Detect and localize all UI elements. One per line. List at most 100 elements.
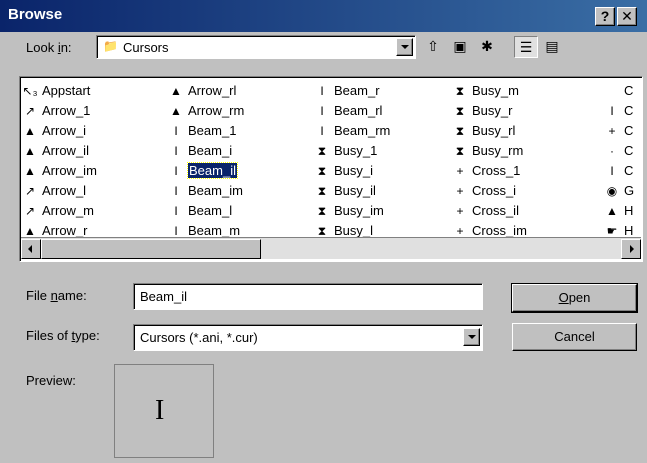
folder-up-icon[interactable]: ⇧ [421,36,445,58]
cursor-file-icon: ↗ [24,204,36,218]
file-name: Arrow_1 [42,103,91,118]
file-list-item[interactable]: ⧗ Busy_r [452,101,513,121]
cursor-file-icon: ▲ [606,204,618,218]
look-in-value: Cursors [123,40,169,55]
open-button[interactable]: Open [511,283,638,313]
file-list-item[interactable]: ⧗ Busy_1 [314,141,378,161]
file-list-item[interactable]: ↖₃ Appstart [22,81,91,101]
file-list-item[interactable]: · C [604,141,633,161]
file-name: Beam_il [187,162,238,179]
details-view-icon[interactable]: ▤ [540,36,564,58]
file-list-item[interactable]: ⧗ Busy_i [314,161,373,181]
cursor-file-icon: ⧗ [455,124,465,138]
cursor-file-icon: I [174,184,178,198]
file-list-item[interactable]: ▲ H [604,201,633,221]
scroll-left-button[interactable] [21,239,41,259]
file-list-item[interactable]: ▲ Arrow_il [22,141,89,161]
file-name: Busy_rl [472,123,516,138]
file-name-label: File name: [26,288,87,303]
file-name: Beam_i [188,143,233,158]
file-list-item[interactable]: ▲ Arrow_rl [168,81,236,101]
cursor-file-icon: I [610,164,614,178]
files-of-type-label: Files of type: [26,328,100,343]
cursor-file-icon: · [610,144,614,158]
file-list[interactable]: ↖₃ Appstart ↗ Arrow_1 ▲ Arrow_i ▲ Arrow_il ▲ Arro… [19,76,643,262]
file-list-item[interactable]: I Beam_l [168,201,232,221]
cursor-file-icon: + [456,184,464,198]
cursor-file-icon: + [456,204,464,218]
cursor-file-icon: ↗ [24,104,36,118]
cancel-button[interactable]: Cancel [512,323,637,351]
file-list-item[interactable]: I Beam_rl [314,101,382,121]
file-name: Arrow_im [42,163,97,178]
file-list-item[interactable]: I Beam_rm [314,121,390,141]
file-list-item[interactable]: I Beam_r [314,81,379,101]
files-of-type-dropdown-button[interactable] [463,328,480,346]
file-name-input[interactable]: Beam_il [133,283,483,310]
file-list-item[interactable]: ↗ Arrow_1 [22,101,90,121]
help-button[interactable]: ? [595,7,615,26]
title-bar[interactable]: Browse ? ✕ [0,0,647,32]
file-list-item[interactable]: I Beam_il [168,161,238,181]
file-list-item[interactable]: ▲ Arrow_im [22,161,97,181]
file-list-item[interactable]: IC [604,101,633,121]
preview-label: Preview: [26,373,76,388]
cursor-file-icon: ▲ [170,84,182,98]
file-list-item[interactable]: ⧗ Busy_il [314,181,376,201]
preview-box: I [114,364,214,458]
cursor-file-icon: ▲ [170,104,182,118]
file-name: Arrow_rl [188,83,237,98]
cursor-file-icon: I [174,164,178,178]
file-name: G [624,183,635,198]
look-in-combobox[interactable]: 📁 Cursors [96,35,416,59]
file-list-item[interactable]: I Beam_1 [168,121,236,141]
file-list-item[interactable]: + Cross_i [452,181,516,201]
file-name: H [624,223,634,238]
file-name: Busy_il [334,183,376,198]
file-name: Busy_rm [472,143,524,158]
files-of-type-combobox[interactable]: Cursors (*.ani, *.cur) [133,324,483,351]
file-list-item[interactable]: + Cross_1 [452,161,520,181]
file-list-item[interactable]: ↗ Arrow_l [22,181,86,201]
cursor-file-icon: ⧗ [317,164,327,178]
file-list-item[interactable]: ⧗ Busy_im [314,201,384,221]
cursor-file-icon: I [320,124,324,138]
file-name: Beam_rl [334,103,383,118]
file-list-item[interactable]: I Beam_im [168,181,243,201]
file-name: Beam_im [188,183,243,198]
file-name: Arrow_l [42,183,87,198]
dialog-title: Browse [8,6,63,23]
file-list-item[interactable]: ⧗ Busy_m [452,81,519,101]
cursor-file-icon: ◉ [606,184,618,198]
cursor-file-icon: ⧗ [317,184,327,198]
file-name: Arrow_il [42,143,89,158]
file-list-item[interactable]: ▲ Arrow_rm [168,101,244,121]
file-list-item[interactable]: + Cross_il [452,201,518,221]
file-name: Appstart [42,83,91,98]
file-list-item[interactable]: C [604,81,633,101]
cursor-file-icon: ▲ [24,144,36,158]
file-list-item[interactable]: + C [604,121,633,141]
file-list-item[interactable]: ◉ G [604,181,634,201]
scroll-right-button[interactable] [621,239,641,259]
file-list-item[interactable]: I Beam_i [168,141,232,161]
file-name: Beam_1 [188,123,237,138]
cursor-file-icon: ⧗ [455,84,465,98]
file-list-item[interactable]: IC [604,161,633,181]
look-in-dropdown-button[interactable] [396,38,413,56]
list-view-icon[interactable]: ☰ [514,36,538,58]
cursor-file-icon: ⧗ [455,144,465,158]
horizontal-scrollbar[interactable] [21,237,641,259]
cursor-file-icon: ▲ [24,164,36,178]
file-name: C [624,83,634,98]
file-list-item[interactable]: ▲ Arrow_i [22,121,86,141]
look-in-label: Look in: [26,40,72,55]
cursor-file-icon: ⧗ [317,144,327,158]
scroll-thumb[interactable] [41,239,261,259]
new-folder-icon[interactable]: ✱ [475,36,499,58]
file-list-item[interactable]: ⧗ Busy_rm [452,141,524,161]
desktop-icon[interactable]: ▣ [448,36,472,58]
close-button[interactable]: ✕ [617,7,637,26]
file-list-item[interactable]: ⧗ Busy_rl [452,121,516,141]
file-list-item[interactable]: ↗ Arrow_m [22,201,94,221]
